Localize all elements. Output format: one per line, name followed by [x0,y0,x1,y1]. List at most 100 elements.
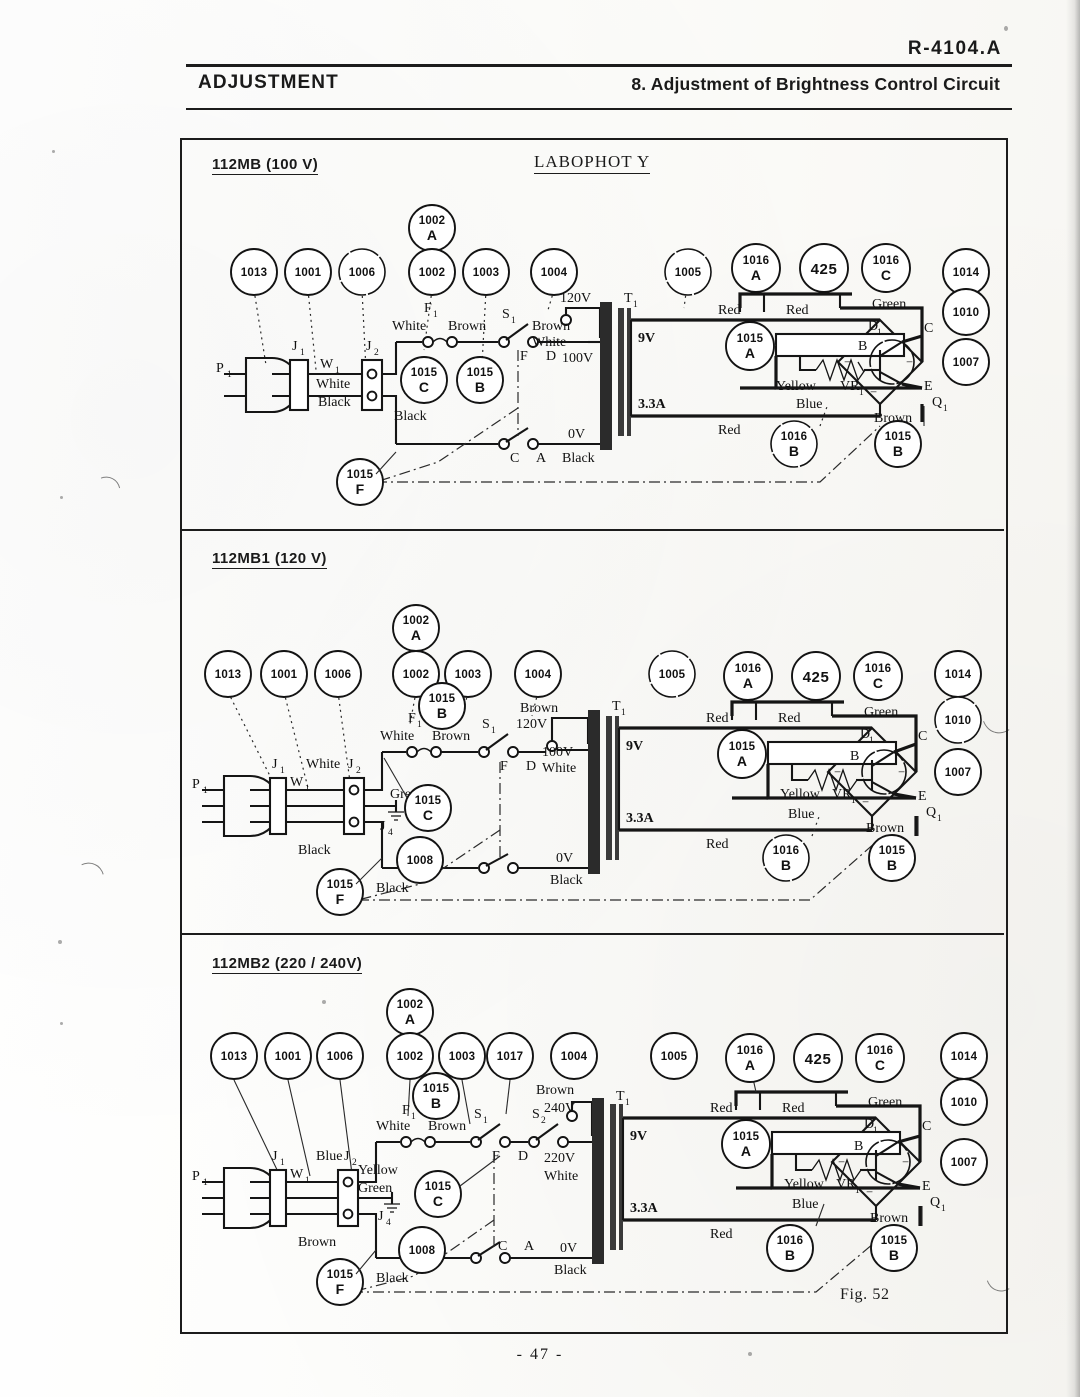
svg-text:F: F [402,1103,410,1118]
svg-text:A: A [427,227,437,243]
scan-speck [60,1022,63,1025]
scan-edge-shadow [1066,0,1080,1397]
bubble-1015-b: 1015 B [456,356,504,404]
svg-text:−: − [898,765,905,779]
svg-text:Q: Q [932,395,942,410]
bubble-1015-c: 1015C [414,1170,462,1218]
wire-label-white: White [380,729,414,744]
wire-label-green: Green [868,1095,902,1110]
wire-label-brown: Brown [870,1211,908,1226]
svg-text:2: 2 [374,348,379,358]
panel-title-1: 112MB (100 V) [212,156,319,175]
svg-text:0V: 0V [568,427,585,442]
svg-text:1017: 1017 [497,1051,523,1063]
bubble-1007: 1007 [934,748,982,796]
svg-text:1016: 1016 [773,845,799,857]
svg-text:1010: 1010 [953,307,979,319]
header-rule-top [186,64,1012,67]
bubble-1006: 1006 [338,248,386,296]
svg-text:S: S [502,307,510,322]
svg-text:J: J [292,339,298,354]
svg-text:1003: 1003 [473,267,499,279]
bubble-1003: 1003 [462,248,510,296]
svg-text:−: − [902,1155,909,1169]
diagram-2-canvas: − − − − P1 J1 W [192,604,982,916]
bubble-1015-c: 1015C [404,784,452,832]
wire-label-brown: Brown [428,1119,466,1134]
svg-text:Q: Q [926,805,936,820]
bubble-1006: 1006 [314,650,362,698]
svg-text:C: C [924,321,933,336]
svg-text:C: C [419,379,429,395]
bubble-1001: 1001 [264,1032,312,1080]
bubble-1005: 1005 [650,1032,698,1080]
svg-text:E: E [922,1179,931,1194]
bubble-1008: 1008 [396,836,444,884]
bubble-1015-b: 1015B [412,1072,460,1120]
svg-text:3.3A: 3.3A [630,1201,659,1216]
svg-text:1: 1 [855,1186,860,1196]
svg-text:D: D [518,1149,528,1164]
svg-text:9V: 9V [638,331,655,346]
svg-text:B: B [850,749,859,764]
svg-text:1002: 1002 [403,615,429,627]
bubble-1001: 1001 [284,248,332,296]
svg-text:1002: 1002 [397,1051,423,1063]
bubble-1016-c: 1016C [855,1033,905,1083]
svg-text:A: A [751,267,761,283]
panel-title-3: 112MB2 (220 / 240V) [212,955,363,974]
svg-text:1: 1 [227,370,232,380]
svg-text:F: F [336,1281,345,1297]
bubble-1002: 1002 [408,248,456,296]
bubble-1016-a: 1016A [723,651,773,701]
bubble-1015-b2: 1015B [868,834,916,882]
svg-text:1: 1 [937,814,942,824]
wire-label-black: Black [394,409,427,424]
svg-text:1: 1 [511,316,516,326]
svg-text:1008: 1008 [409,1245,436,1257]
svg-text:B: B [785,1247,795,1263]
bubble-1016-c: 1016C [853,651,903,701]
svg-text:1002: 1002 [397,999,423,1011]
svg-text:1005: 1005 [659,669,686,681]
svg-text:A: A [536,451,547,466]
svg-text:120V: 120V [516,717,547,732]
svg-text:1010: 1010 [951,1097,977,1109]
svg-text:1004: 1004 [541,267,568,279]
svg-text:C: C [510,451,519,466]
svg-text:1016: 1016 [737,1045,763,1057]
svg-text:425: 425 [811,261,838,278]
svg-text:1015: 1015 [467,367,494,379]
svg-text:1015: 1015 [881,1235,908,1247]
svg-text:S: S [532,1107,540,1122]
svg-text:VR: VR [836,1177,856,1192]
svg-text:B: B [437,705,447,721]
bubble-425: 425 [793,1033,843,1083]
svg-text:F: F [500,759,508,774]
svg-text:1015: 1015 [733,1131,760,1143]
wire-label-white: White [542,761,576,776]
svg-text:VR: VR [840,379,860,394]
svg-text:1002: 1002 [419,215,445,227]
wire-label-yellow: Yellow [784,1177,825,1192]
svg-text:E: E [918,789,927,804]
svg-text:4: 4 [388,828,393,838]
svg-text:F: F [408,711,416,726]
svg-text:1015: 1015 [327,1269,354,1281]
svg-text:1007: 1007 [953,357,979,369]
wire-label-brown: Brown [298,1235,336,1250]
wire-label-red: Red [706,837,729,852]
svg-text:1003: 1003 [455,669,481,681]
diagram-3-canvas: + − − − P1 J1 W [192,988,988,1306]
wire-label-black: Black [298,843,331,858]
svg-text:2: 2 [541,1116,546,1126]
svg-text:220V: 220V [544,1151,575,1166]
svg-text:F: F [356,481,365,497]
bubble-1015-f: 1015 F [336,458,384,506]
svg-text:F: F [520,349,528,364]
bubble-1010: 1010 [934,696,982,744]
bubble-1013: 1013 [230,248,278,296]
bubble-1004: 1004 [530,248,578,296]
bubble-1002-a: 1002A [386,988,434,1036]
bubble-1010: 1010 [942,288,990,336]
